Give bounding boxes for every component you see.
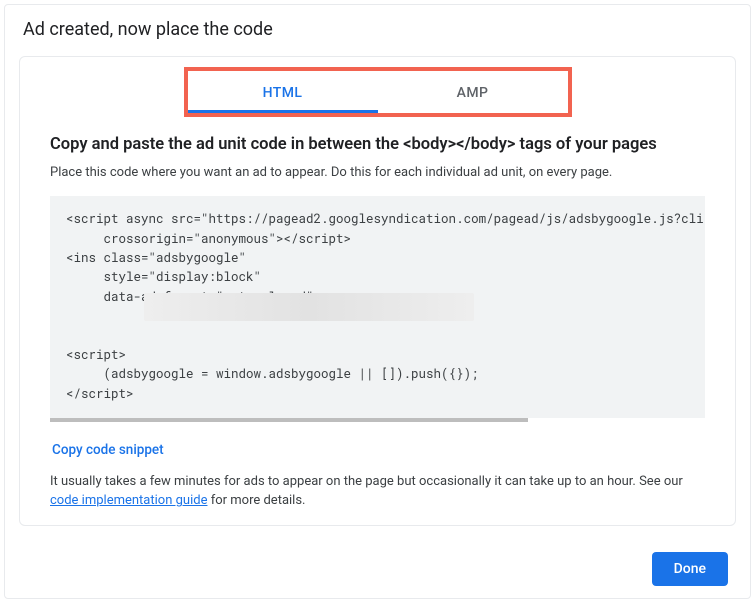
tabs-highlight-box: HTML AMP <box>184 67 572 117</box>
instructions-subtitle: Place this code where you want an ad to … <box>50 164 705 182</box>
tab-html[interactable]: HTML <box>188 71 378 113</box>
page-title: Ad created, now place the code <box>19 19 736 40</box>
tabs-container: HTML AMP <box>20 57 735 117</box>
footer-note: It usually takes a few minutes for ads t… <box>50 472 705 511</box>
done-button[interactable]: Done <box>652 552 728 586</box>
redacted-region <box>144 293 474 321</box>
tab-amp[interactable]: AMP <box>378 71 568 113</box>
implementation-guide-link[interactable]: code implementation guide <box>50 493 207 508</box>
note-suffix: for more details. <box>207 493 305 508</box>
note-prefix: It usually takes a few minutes for ads t… <box>50 474 683 489</box>
code-snippet[interactable]: <script async src="https://pagead2.googl… <box>50 196 705 418</box>
horizontal-scrollbar[interactable] <box>50 418 528 422</box>
instructions-title: Copy and paste the ad unit code in betwe… <box>50 135 705 154</box>
copy-code-link[interactable]: Copy code snippet <box>52 442 164 458</box>
code-card: HTML AMP Copy and paste the ad unit code… <box>19 56 736 526</box>
